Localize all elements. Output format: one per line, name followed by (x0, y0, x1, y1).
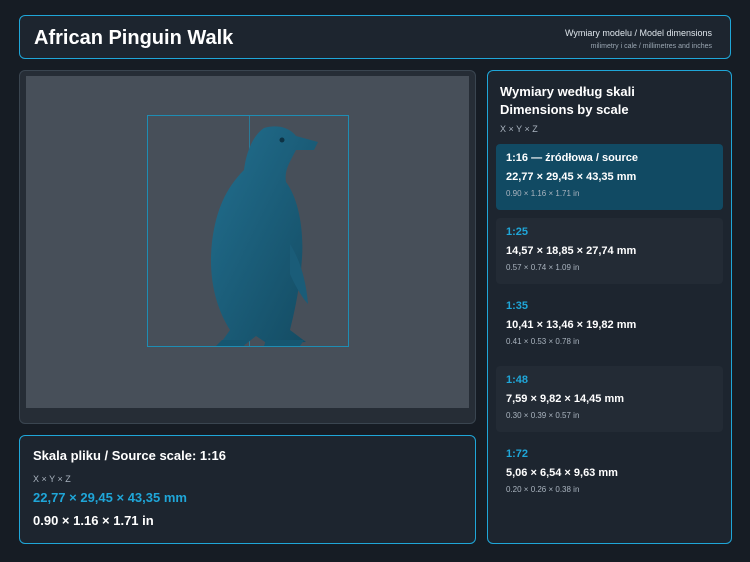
scale-dimensions-in: 0.20 × 0.26 × 0.38 in (506, 485, 580, 494)
scale-card-1-35[interactable]: 1:35 10,41 × 13,46 × 19,82 mm 0.41 × 0.5… (496, 292, 723, 358)
source-dimensions-mm: 22,77 × 29,45 × 43,35 mm (33, 490, 187, 505)
scale-card-1-72[interactable]: 1:72 5,06 × 6,54 × 9,63 mm 0.20 × 0.26 ×… (496, 440, 723, 506)
scale-label: 1:72 (506, 448, 529, 460)
scale-dimensions-mm: 7,59 × 9,82 × 14,45 mm (506, 393, 625, 405)
scale-label: 1:35 (506, 300, 529, 312)
scale-dimensions-mm: 22,77 × 29,45 × 43,35 mm (506, 171, 637, 183)
header-panel: African Pinguin Walk Wymiary modelu / Mo… (19, 15, 731, 59)
scale-dimensions-mm: 5,06 × 6,54 × 9,63 mm (506, 467, 618, 479)
scale-card-1-25[interactable]: 1:25 14,57 × 18,85 × 27,74 mm 0.57 × 0.7… (496, 218, 723, 284)
scale-label: 1:16 — źródłowa / source (506, 152, 639, 164)
scale-dimensions-mm: 14,57 × 18,85 × 27,74 mm (506, 245, 637, 257)
source-axes-label: X × Y × Z (33, 474, 71, 484)
scales-title-en: Dimensions by scale (500, 102, 629, 117)
penguin-model-icon (210, 126, 318, 346)
header-subtitle: Wymiary modelu / Model dimensions (565, 28, 712, 38)
header-units-note: milimetry i cale / millimetres and inche… (590, 43, 712, 50)
source-scale-panel: Skala pliku / Source scale: 1:16 X × Y ×… (19, 435, 476, 544)
scales-axes-label: X × Y × Z (500, 124, 538, 134)
scale-dimensions-mm: 10,41 × 13,46 × 19,82 mm (506, 319, 637, 331)
scale-dimensions-in: 0.90 × 1.16 × 1.71 in (506, 189, 580, 198)
page-title: African Pinguin Walk (34, 27, 234, 49)
scale-dimensions-in: 0.41 × 0.53 × 0.78 in (506, 337, 580, 346)
source-scale-title: Skala pliku / Source scale: 1:16 (33, 448, 226, 463)
scale-card-1-16[interactable]: 1:16 — źródłowa / source 22,77 × 29,45 ×… (496, 144, 723, 210)
scale-dimensions-in: 0.30 × 0.39 × 0.57 in (506, 411, 580, 420)
scale-card-1-48[interactable]: 1:48 7,59 × 9,82 × 14,45 mm 0.30 × 0.39 … (496, 366, 723, 432)
scales-panel: Wymiary według skali Dimensions by scale… (487, 70, 732, 544)
scale-label: 1:48 (506, 374, 529, 386)
model-viewer-panel (19, 70, 476, 424)
scales-title-pl: Wymiary według skali (500, 84, 635, 99)
scale-dimensions-in: 0.57 × 0.74 × 1.09 in (506, 263, 580, 272)
model-viewport[interactable] (26, 76, 469, 408)
scale-label: 1:25 (506, 226, 529, 238)
source-dimensions-in: 0.90 × 1.16 × 1.71 in (33, 513, 154, 528)
